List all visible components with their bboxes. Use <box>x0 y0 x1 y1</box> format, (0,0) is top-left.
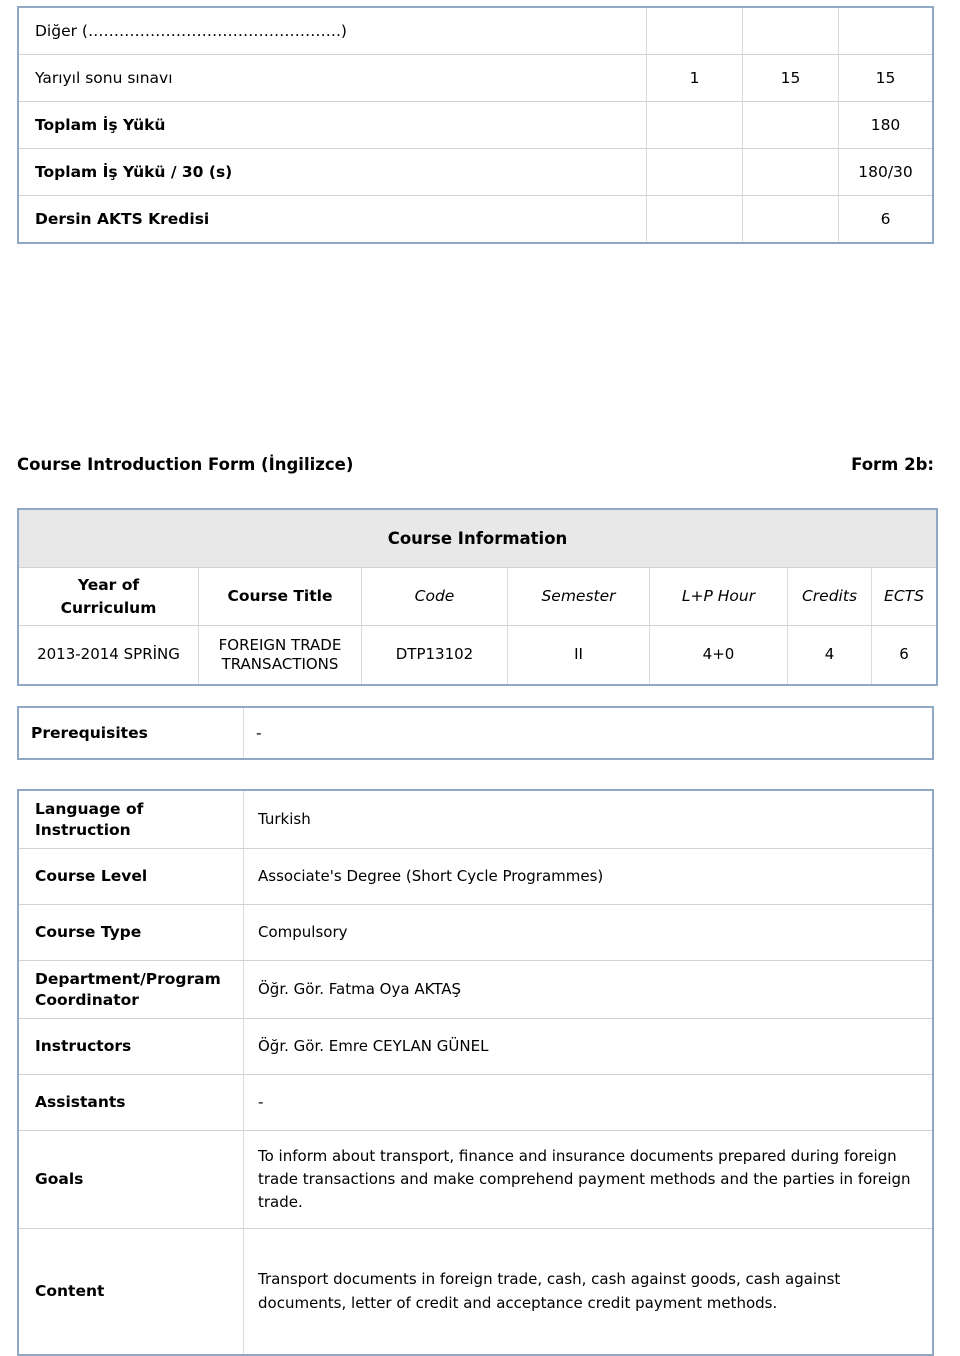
form-number: Form 2b: <box>851 455 934 474</box>
table-row: Assistants - <box>19 1075 932 1131</box>
detail-label-course-type: Course Type <box>19 905 244 961</box>
detail-label-language-of-instruction: Language of Instruction <box>19 791 244 849</box>
workload-row-c1 <box>647 8 743 55</box>
document-page: Diğer (………………………………………….) Yarıyıl sonu s… <box>0 0 960 1356</box>
form-title: Course Introduction Form (İngilizce) <box>17 455 354 474</box>
workload-row-label: Yarıyıl sonu sınavı <box>19 55 647 102</box>
workload-row-label: Dersin AKTS Kredisi <box>19 196 647 242</box>
table-row: Dersin AKTS Kredisi 6 <box>19 196 932 242</box>
detail-value-department-program-coordinator: Öğr. Gör. Fatma Oya AKTAŞ <box>244 961 932 1019</box>
workload-row-c2 <box>743 8 839 55</box>
table-row: Content Transport documents in foreign t… <box>19 1229 932 1354</box>
cell-code: DTP13102 <box>362 626 508 684</box>
cell-semester: II <box>508 626 650 684</box>
table-row: Instructors Öğr. Gör. Emre CEYLAN GÜNEL <box>19 1019 932 1075</box>
detail-value-content: Transport documents in foreign trade, ca… <box>244 1229 932 1354</box>
column-header-course-title: Course Title <box>199 568 362 626</box>
workload-row-c3: 15 <box>839 55 932 102</box>
column-header-ects: ECTS <box>872 568 937 626</box>
prerequisites-label: Prerequisites <box>19 708 244 758</box>
form-heading: Course Introduction Form (İngilizce) For… <box>17 455 934 474</box>
course-information-table: Course Information Year of Curriculum Co… <box>17 508 939 686</box>
table-header-row: Year of Curriculum Course Title Code Sem… <box>19 568 937 626</box>
table-row: 2013-2014 SPRİNG FOREIGN TRADE TRANSACTI… <box>19 626 937 684</box>
detail-value-goals: To inform about transport, finance and i… <box>244 1131 932 1229</box>
detail-value-instructors: Öğr. Gör. Emre CEYLAN GÜNEL <box>244 1019 932 1075</box>
column-header-lp-hour: L+P Hour <box>650 568 788 626</box>
workload-row-c1 <box>647 102 743 149</box>
workload-row-c3: 180/30 <box>839 149 932 196</box>
workload-row-c2 <box>743 149 839 196</box>
detail-value-assistants: - <box>244 1075 932 1131</box>
detail-value-course-type: Compulsory <box>244 905 932 961</box>
detail-label-content: Content <box>19 1229 244 1354</box>
detail-label-department-program-coordinator: Department/Program Coordinator <box>19 961 244 1019</box>
column-header-semester: Semester <box>508 568 650 626</box>
detail-label-instructors: Instructors <box>19 1019 244 1075</box>
prerequisites-table: Prerequisites - <box>17 706 934 760</box>
table-row: Goals To inform about transport, finance… <box>19 1131 932 1229</box>
workload-row-c3 <box>839 8 932 55</box>
table-row: Toplam İş Yükü / 30 (s) 180/30 <box>19 149 932 196</box>
cell-lp-hour: 4+0 <box>650 626 788 684</box>
table-row: Course Level Associate's Degree (Short C… <box>19 849 932 905</box>
prerequisites-value: - <box>244 708 932 758</box>
workload-row-c1: 1 <box>647 55 743 102</box>
cell-year-of-curriculum: 2013-2014 SPRİNG <box>19 626 199 684</box>
column-header-code: Code <box>362 568 508 626</box>
table-row: Course Type Compulsory <box>19 905 932 961</box>
workload-row-c2: 15 <box>743 55 839 102</box>
column-header-credits: Credits <box>788 568 872 626</box>
workload-row-label: Toplam İş Yükü <box>19 102 647 149</box>
table-row: Diğer (………………………………………….) <box>19 8 932 55</box>
workload-table: Diğer (………………………………………….) Yarıyıl sonu s… <box>17 6 934 244</box>
workload-row-c2 <box>743 196 839 242</box>
detail-value-course-level: Associate's Degree (Short Cycle Programm… <box>244 849 932 905</box>
detail-value-language-of-instruction: Turkish <box>244 791 932 849</box>
cell-ects: 6 <box>872 626 937 684</box>
column-header-year-of-curriculum: Year of Curriculum <box>19 568 199 626</box>
workload-row-label: Toplam İş Yükü / 30 (s) <box>19 149 647 196</box>
detail-label-goals: Goals <box>19 1131 244 1229</box>
workload-row-c2 <box>743 102 839 149</box>
table-row: Yarıyıl sonu sınavı 1 15 15 <box>19 55 932 102</box>
course-information-band-title: Course Information <box>19 510 937 568</box>
detail-label-assistants: Assistants <box>19 1075 244 1131</box>
workload-row-c3: 6 <box>839 196 932 242</box>
table-row: Department/Program Coordinator Öğr. Gör.… <box>19 961 932 1019</box>
detail-label-course-level: Course Level <box>19 849 244 905</box>
workload-row-c1 <box>647 196 743 242</box>
table-row: Prerequisites - <box>19 708 932 758</box>
workload-row-label: Diğer (………………………………………….) <box>19 8 647 55</box>
workload-row-c1 <box>647 149 743 196</box>
cell-course-title: FOREIGN TRADE TRANSACTIONS <box>199 626 362 684</box>
cell-credits: 4 <box>788 626 872 684</box>
table-row: Language of Instruction Turkish <box>19 791 932 849</box>
table-row: Toplam İş Yükü 180 <box>19 102 932 149</box>
table-row: Course Information <box>19 510 937 568</box>
workload-row-c3: 180 <box>839 102 932 149</box>
course-details-table: Language of Instruction Turkish Course L… <box>17 789 934 1356</box>
